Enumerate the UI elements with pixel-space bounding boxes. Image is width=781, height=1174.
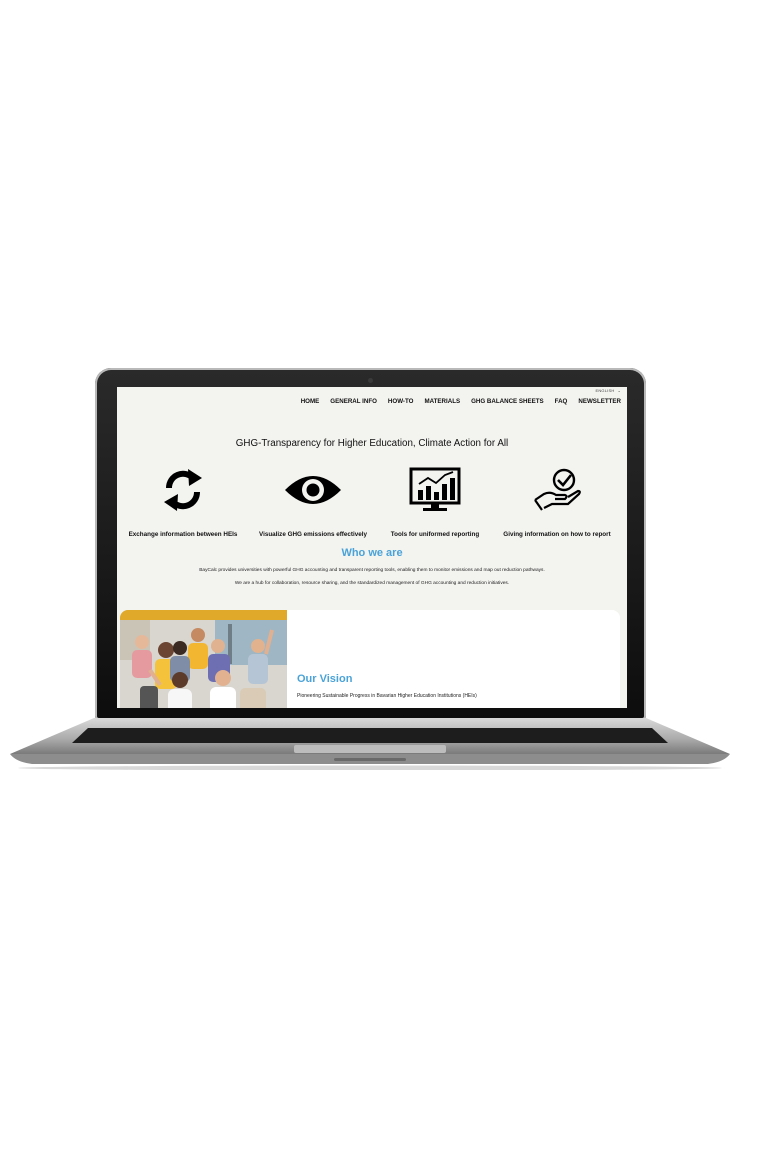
nav-faq[interactable]: FAQ (555, 398, 568, 405)
vision-subtitle: Pioneering Sustainable Progress in Bavar… (297, 693, 477, 699)
nav-home[interactable]: HOME (301, 398, 320, 405)
feature-label: Giving information on how to report (503, 531, 611, 538)
main-nav: HOME GENERAL INFO HOW-TO MATERIALS GHG B… (301, 398, 621, 405)
feature-label: Exchange information between HEIs (128, 531, 238, 538)
keyboard (72, 728, 668, 743)
chart-monitor-icon (409, 467, 461, 511)
laptop-screen: ENGLISH ⌄ HOME GENERAL INFO HOW-TO MATERI… (117, 387, 627, 708)
laptop-base (8, 718, 732, 770)
chevron-down-icon: ⌄ (617, 388, 621, 393)
vision-card: Our Vision Pioneering Sustainable Progre… (120, 610, 620, 708)
feature-visualize: Visualize GHG emissions effectively (251, 465, 375, 538)
feature-reporting: Giving information on how to report (495, 465, 619, 538)
who-we-are-heading: Who we are (341, 547, 403, 559)
nav-ghg-balance-sheets[interactable]: GHG BALANCE SHEETS (471, 398, 544, 405)
feature-exchange: Exchange information between HEIs (121, 465, 245, 538)
language-selector[interactable]: ENGLISH ⌄ (595, 388, 621, 393)
nav-how-to[interactable]: HOW-TO (388, 398, 414, 405)
team-celebration-photo (120, 610, 287, 708)
hand-check-icon (534, 468, 581, 511)
language-label: ENGLISH (595, 388, 615, 393)
feature-label: Tools for uniformed reporting (390, 531, 480, 538)
nav-general-info[interactable]: GENERAL INFO (330, 398, 377, 405)
hero-title: GHG-Transparency for Higher Education, C… (235, 438, 509, 449)
trackpad (294, 745, 446, 753)
nav-newsletter[interactable]: NEWSLETTER (578, 398, 621, 405)
who-we-are-line-1: BayCalc provides universities with power… (199, 568, 545, 573)
sync-arrows-icon (164, 469, 202, 511)
feature-tools: Tools for uniformed reporting (373, 465, 497, 538)
webcam (368, 378, 373, 383)
nav-materials[interactable]: MATERIALS (424, 398, 460, 405)
vision-heading: Our Vision (297, 673, 353, 685)
eye-icon (285, 476, 341, 504)
feature-row: Exchange information between HEIs Visual… (117, 465, 627, 545)
feature-label: Visualize GHG emissions effectively (258, 531, 368, 538)
who-we-are-line-2: We are a hub for collaboration, resource… (234, 581, 510, 586)
